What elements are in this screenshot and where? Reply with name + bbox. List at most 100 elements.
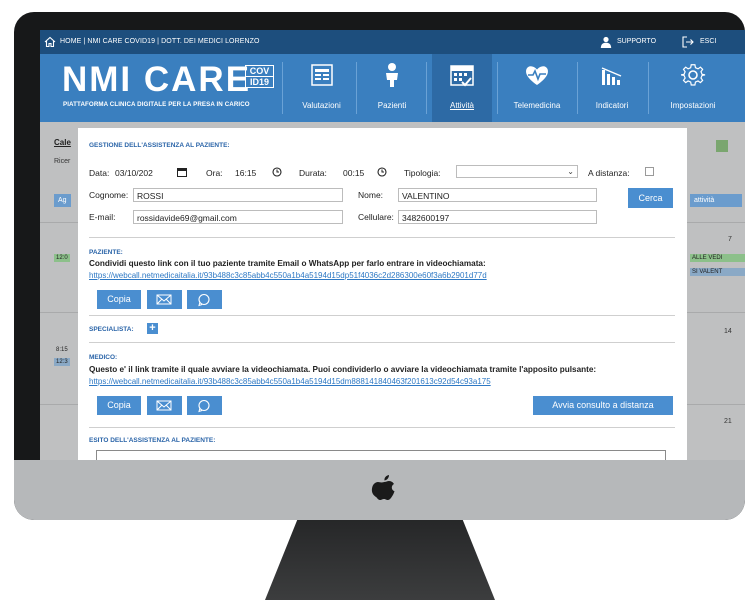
type-label: Tipologia: bbox=[404, 168, 441, 178]
envelope-icon bbox=[156, 294, 172, 305]
nav-divider bbox=[577, 62, 578, 114]
add-button[interactable]: Ag bbox=[54, 194, 71, 207]
nav-attivita[interactable]: Attività bbox=[432, 54, 492, 122]
nav-label: Impostazioni bbox=[670, 101, 716, 110]
divider bbox=[89, 342, 675, 343]
badge-line-1: COV bbox=[249, 66, 270, 76]
top-bar: HOME | NMI CARE COVID19 | DOTT. DEI MEDI… bbox=[40, 30, 745, 54]
start-remote-consult-button[interactable]: Avvia consulto a distanza bbox=[533, 396, 673, 415]
home-icon[interactable] bbox=[44, 36, 56, 48]
name-field[interactable]: VALENTINO bbox=[398, 188, 597, 202]
whatsapp-icon bbox=[198, 293, 210, 307]
nav-label: Attività bbox=[449, 101, 474, 110]
outcome-heading: ESITO DELL'ASSISTENZA AL PAZIENTE: bbox=[89, 437, 216, 444]
support-person-icon[interactable] bbox=[600, 36, 612, 48]
name-label: Nome: bbox=[358, 190, 384, 200]
doctor-heading: MEDICO: bbox=[89, 354, 118, 361]
page-title: Cale bbox=[54, 138, 71, 147]
search-label: Ricer bbox=[54, 158, 71, 165]
assistance-modal: GESTIONE DELL'ASSISTENZA AL PAZIENTE: Da… bbox=[78, 128, 687, 460]
divider bbox=[89, 427, 675, 428]
person-icon bbox=[386, 63, 398, 87]
envelope-icon bbox=[156, 400, 172, 411]
day-number: 21 bbox=[724, 418, 732, 425]
divider bbox=[89, 315, 675, 316]
logout-link[interactable]: ESCI bbox=[700, 38, 716, 45]
nav-pazienti[interactable]: Pazienti bbox=[362, 54, 422, 122]
nav-divider bbox=[426, 62, 427, 114]
clipboard-icon bbox=[310, 64, 333, 86]
clock-icon[interactable] bbox=[272, 167, 282, 177]
email-field[interactable]: rossidavide69@gmail.com bbox=[133, 210, 343, 224]
screen: HOME | NMI CARE COVID19 | DOTT. DEI MEDI… bbox=[40, 30, 745, 460]
doctor-copy-button[interactable]: Copia bbox=[97, 396, 141, 415]
gear-icon bbox=[680, 64, 706, 86]
whatsapp-icon bbox=[198, 399, 210, 413]
remote-label: A distanza: bbox=[588, 168, 630, 178]
event-time[interactable]: 8:15 bbox=[54, 346, 70, 354]
nav-label: Pazienti bbox=[377, 101, 407, 110]
event-time[interactable]: 12:3 bbox=[54, 358, 70, 366]
heart-pulse-icon bbox=[526, 66, 548, 85]
nav-telemedicina[interactable]: Telemedicina bbox=[502, 54, 572, 122]
add-specialist-button[interactable]: + bbox=[147, 323, 158, 334]
calendar-icon bbox=[450, 65, 474, 87]
app-tagline: PIATTAFORMA CLINICA DIGITALE PER LA PRES… bbox=[63, 101, 250, 108]
outcome-textarea[interactable] bbox=[96, 450, 666, 460]
patient-copy-button[interactable]: Copia bbox=[97, 290, 141, 309]
activity-button[interactable]: attività bbox=[690, 194, 742, 207]
form-heading: GESTIONE DELL'ASSISTENZA AL PAZIENTE: bbox=[89, 142, 230, 149]
covid-badge: COV ID19 bbox=[245, 65, 274, 88]
nav-divider bbox=[648, 62, 649, 114]
nav-label: Indicatori bbox=[595, 101, 629, 110]
patient-instructions: Condividi questo link con il tuo pazient… bbox=[89, 259, 486, 268]
nav-divider bbox=[282, 62, 283, 114]
nav-divider bbox=[356, 62, 357, 114]
duration-label: Durata: bbox=[299, 168, 327, 178]
patient-email-button[interactable] bbox=[147, 290, 182, 309]
support-link[interactable]: SUPPORTO bbox=[617, 38, 656, 45]
clock-icon[interactable] bbox=[377, 167, 387, 177]
phone-field[interactable]: 3482600197 bbox=[398, 210, 597, 224]
type-select[interactable]: ⌄ bbox=[456, 165, 578, 178]
time-label: Ora: bbox=[206, 168, 223, 178]
nav-divider bbox=[497, 62, 498, 114]
breadcrumb[interactable]: HOME | NMI CARE COVID19 | DOTT. DEI MEDI… bbox=[60, 38, 260, 45]
app-header: NMI CARE COV ID19 PIATTAFORMA CLINICA DI… bbox=[40, 54, 745, 122]
event-time[interactable]: 12:0 bbox=[54, 254, 70, 262]
day-number: 7 bbox=[728, 236, 732, 243]
surname-label: Cognome: bbox=[89, 190, 129, 200]
badge-line-2: ID19 bbox=[246, 76, 273, 87]
doctor-instructions: Questo e' il link tramite il quale avvia… bbox=[89, 365, 597, 374]
apple-logo-icon bbox=[371, 475, 395, 500]
remote-checkbox[interactable] bbox=[645, 167, 654, 176]
nav-label: Valutazioni bbox=[302, 101, 341, 110]
phone-label: Cellulare: bbox=[358, 212, 394, 222]
date-field[interactable]: 03/10/202 bbox=[115, 168, 153, 178]
nav-label: Telemedicina bbox=[513, 101, 561, 110]
nav-valutazioni[interactable]: Valutazioni bbox=[290, 54, 353, 122]
search-button[interactable]: Cerca bbox=[628, 188, 673, 208]
date-label: Data: bbox=[89, 168, 110, 178]
nav-indicatori[interactable]: Indicatori bbox=[582, 54, 642, 122]
time-field[interactable]: 16:15 bbox=[235, 168, 256, 178]
specialist-heading: SPECIALISTA: bbox=[89, 326, 134, 333]
patient-whatsapp-button[interactable] bbox=[187, 290, 222, 309]
patient-link[interactable]: https://webcall.netmedicaitalia.it/93b48… bbox=[89, 271, 487, 280]
doctor-link[interactable]: https://webcall.netmedicaitalia.it/93b48… bbox=[89, 377, 491, 386]
duration-field[interactable]: 00:15 bbox=[343, 168, 364, 178]
event-chip[interactable]: ALLE VEDI bbox=[690, 254, 745, 262]
excel-icon[interactable] bbox=[716, 140, 728, 152]
email-label: E-mail: bbox=[89, 212, 116, 222]
nav-impostazioni[interactable]: Impostazioni bbox=[653, 54, 733, 122]
chevron-down-icon: ⌄ bbox=[567, 167, 574, 176]
doctor-whatsapp-button[interactable] bbox=[187, 396, 222, 415]
app-logo[interactable]: NMI CARE bbox=[62, 62, 251, 98]
event-chip[interactable]: SI VALENT bbox=[690, 268, 745, 276]
monitor-stand bbox=[265, 520, 495, 600]
doctor-email-button[interactable] bbox=[147, 396, 182, 415]
surname-field[interactable]: ROSSI bbox=[133, 188, 343, 202]
bar-chart-icon bbox=[601, 67, 622, 85]
logout-icon[interactable] bbox=[681, 35, 695, 49]
calendar-picker-icon[interactable] bbox=[177, 167, 187, 177]
